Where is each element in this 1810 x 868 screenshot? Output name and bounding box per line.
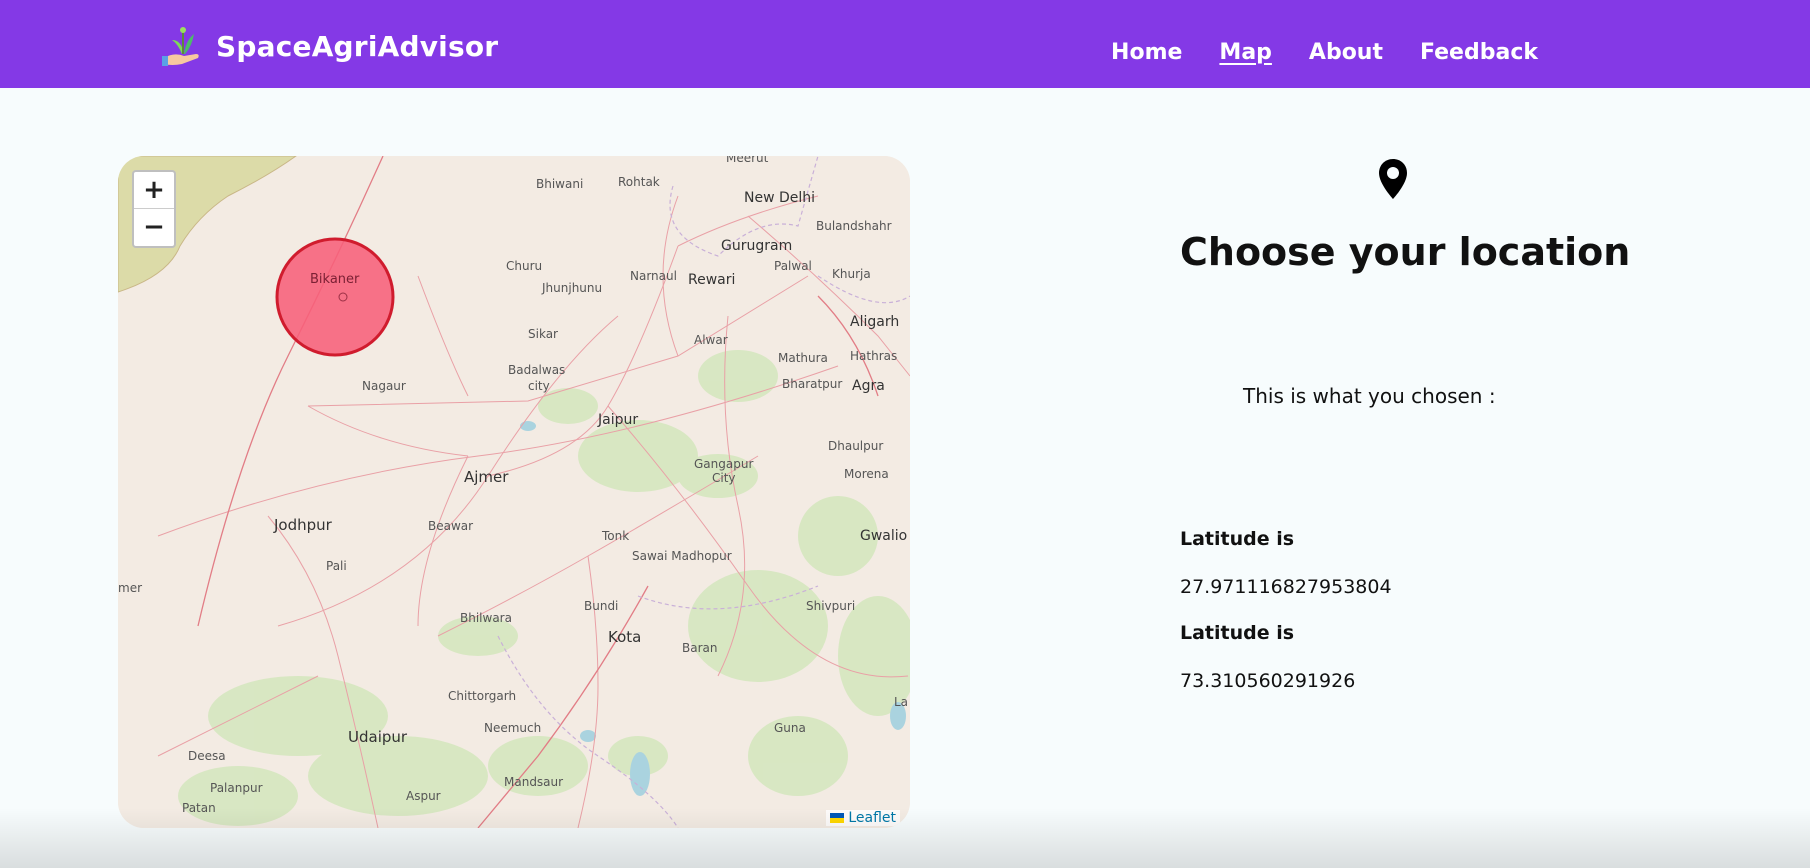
map-label: Pali: [326, 559, 347, 573]
selected-area-marker[interactable]: Bikaner: [275, 237, 395, 357]
map-label: Bharatpur: [782, 377, 842, 391]
nav-feedback-link[interactable]: Feedback: [1420, 40, 1538, 65]
map-label: Mathura: [778, 351, 828, 365]
chosen-text: This is what you chosen :: [1243, 384, 1496, 408]
map-label: Baran: [682, 641, 717, 655]
map-label: Chittorgarh: [448, 689, 516, 703]
map-label: Sikar: [528, 327, 558, 341]
map-attribution: Leaflet: [826, 810, 900, 826]
map-label: Sawai Madhopur: [632, 549, 732, 563]
nav-about-link[interactable]: About: [1309, 40, 1383, 65]
latitude-label: Latitude is: [1180, 528, 1295, 550]
map-label: Kota: [608, 628, 641, 646]
latitude-value: 27.971116827953804: [1180, 576, 1392, 598]
map-label: Churu: [506, 259, 542, 273]
map-label: Bhiwani: [536, 177, 583, 191]
map-label: City: [712, 471, 736, 485]
map-label: Shivpuri: [806, 599, 855, 613]
map-label: Udaipur: [348, 728, 408, 746]
leaflet-link[interactable]: Leaflet: [848, 810, 896, 826]
map-label: Jodhpur: [273, 516, 333, 534]
brand[interactable]: SpaceAgriAdvisor: [160, 24, 498, 68]
map-label: Morena: [844, 467, 889, 481]
map-label: Bundi: [584, 599, 618, 613]
map-label: Jaipur: [597, 412, 638, 428]
map-label: Dhaulpur: [828, 439, 883, 453]
location-pin-icon: [1379, 159, 1407, 199]
map-label: Palwal: [774, 259, 812, 273]
longitude-label: Latitude is: [1180, 622, 1295, 644]
map-label: Deesa: [188, 749, 226, 763]
map-label: Nagaur: [362, 379, 406, 393]
ukraine-flag-icon: [830, 813, 845, 823]
brand-name: SpaceAgriAdvisor: [216, 29, 499, 63]
map-label: Narnaul: [630, 269, 677, 283]
map-label: La: [894, 695, 908, 709]
map-label: Tonk: [601, 529, 629, 543]
nav-home-link[interactable]: Home: [1111, 40, 1182, 65]
map-label: Hathras: [850, 349, 897, 363]
selected-place-label: Bikaner: [310, 272, 360, 287]
map-label: Bhilwara: [460, 611, 512, 625]
map-label: Jhunjhunu: [541, 281, 602, 295]
map-label: Agra: [852, 378, 885, 394]
map-label: Guna: [774, 721, 806, 735]
map-label: Bulandshahr: [816, 219, 892, 233]
map-label: Khurja: [832, 267, 871, 281]
map-label: Ajmer: [464, 468, 509, 486]
nav-links: Home Map About Feedback: [1111, 40, 1538, 65]
map-label: Aspur: [406, 789, 441, 803]
map-label: Palanpur: [210, 781, 263, 795]
zoom-out-button[interactable]: −: [134, 209, 174, 245]
map-label: city: [528, 379, 550, 393]
map-label: mer: [118, 581, 142, 595]
plant-hand-logo-icon: [162, 27, 199, 66]
zoom-in-button[interactable]: +: [134, 172, 174, 209]
map-label: Gangapur: [694, 457, 753, 471]
map-label: Neemuch: [484, 721, 541, 735]
map-label: Rohtak: [618, 175, 660, 189]
map-label: Rewari: [688, 272, 735, 288]
map-label: Mandsaur: [504, 775, 563, 789]
navbar: SpaceAgriAdvisor Home Map About Feedback: [0, 0, 1810, 88]
map-label: Patan: [182, 801, 216, 815]
map-label: Aligarh: [850, 314, 899, 330]
map-label: Badalwas: [508, 363, 565, 377]
page-title: Choose your location: [1180, 230, 1631, 274]
map-label: Alwar: [694, 333, 728, 347]
map-label: Gurugram: [721, 238, 792, 254]
nav-map-link[interactable]: Map: [1219, 40, 1272, 65]
map-label: New Delhi: [744, 190, 815, 206]
longitude-value: 73.310560291926: [1180, 670, 1356, 692]
map-label: Gwalio: [860, 528, 907, 544]
map-view[interactable]: Meerut Bhiwani Rohtak New Delhi Bulandsh…: [118, 156, 910, 828]
map-label: Meerut: [726, 156, 769, 165]
map-tiles[interactable]: Meerut Bhiwani Rohtak New Delhi Bulandsh…: [118, 156, 910, 828]
zoom-control: + −: [132, 170, 176, 248]
map-label: Beawar: [428, 519, 473, 533]
